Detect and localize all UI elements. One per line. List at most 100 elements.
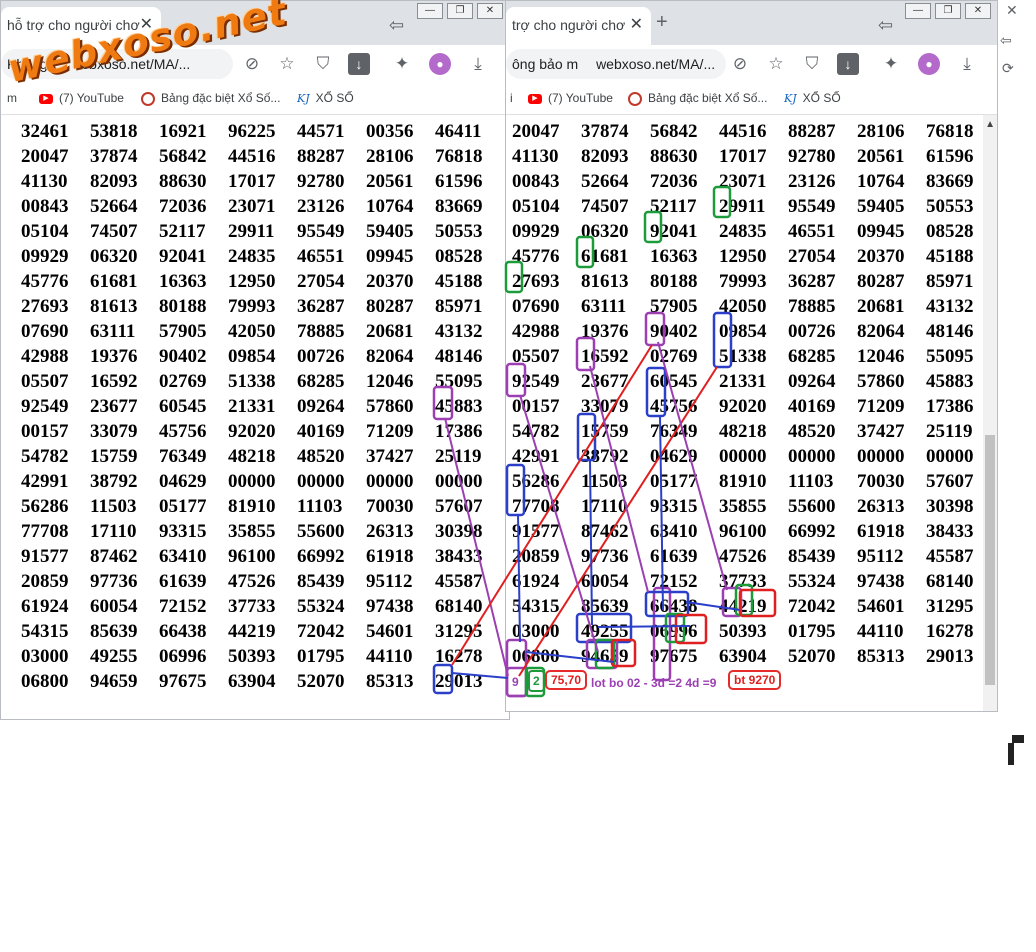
maximize-icon[interactable]: ❐ (935, 3, 961, 19)
corner-mark (1008, 735, 1024, 765)
result-number: 76349 (650, 421, 698, 442)
bookmark-bang-dac-biet[interactable]: Bảng đặc biệt Xổ Số... (141, 91, 280, 106)
youtube-icon: ▶ (39, 93, 53, 104)
page-content[interactable]: 20047 37874 56842 44516 88287 28106 76818 41130… (506, 115, 997, 711)
bookmark-xo-so[interactable]: KJ XỔ SỐ (784, 91, 841, 105)
result-number: 72042 (788, 596, 836, 617)
result-number: 08528 (435, 246, 483, 267)
result-number: 44110 (857, 621, 904, 642)
result-number: 48520 (297, 446, 345, 467)
result-number: 00157 (21, 421, 69, 442)
results-grid-left: 32461 53818 16921 96225 44571 00356 46411 20047… (21, 119, 504, 694)
tab-close-icon[interactable]: ✕ (630, 7, 643, 43)
result-number: 44219 (228, 621, 276, 642)
star-icon[interactable]: ☆ (765, 53, 787, 75)
install-icon[interactable]: ⤓ (467, 53, 489, 75)
bookmark-partial[interactable]: i (510, 91, 513, 105)
bookmark-youtube[interactable]: ▶ (7) YouTube (528, 91, 613, 105)
bookmark-partial[interactable]: m (7, 91, 17, 105)
blocked-site-icon[interactable]: ⊘ (729, 53, 751, 75)
shield-icon[interactable]: ⛉ (312, 53, 334, 75)
back-icon[interactable]: ⇦ (389, 15, 404, 36)
result-number: 02769 (159, 371, 207, 392)
result-row: 03000 49255 06996 50393 01795 44110 16278 (512, 619, 995, 644)
star-icon[interactable]: ☆ (276, 53, 298, 75)
result-number: 54601 (857, 596, 905, 617)
minimize-icon[interactable]: — (905, 3, 931, 19)
result-number: 09854 (719, 321, 767, 342)
result-number: 00356 (366, 121, 414, 142)
result-number: 61596 (435, 171, 483, 192)
url-text: webxoso.net/MA/... (596, 56, 716, 72)
result-row: 54315 85639 66438 44219 72042 54601 31295 (512, 594, 995, 619)
result-number: 61924 (512, 571, 560, 592)
bookmark-xo-so[interactable]: KJ XỔ SỐ (297, 91, 354, 105)
bookmark-youtube[interactable]: ▶ (7) YouTube (39, 91, 124, 105)
result-number: 03000 (512, 621, 560, 642)
download-icon[interactable]: ↓ (348, 53, 370, 75)
bookmark-bang-dac-biet[interactable]: Bảng đặc biệt Xổ Số... (628, 91, 767, 106)
result-number: 00157 (512, 396, 560, 417)
browser-tab[interactable]: trợ cho người chơ ✕ (506, 7, 651, 45)
result-number: 50553 (435, 221, 483, 242)
result-number: 80287 (366, 296, 414, 317)
scroll-up-icon[interactable]: ▲ (985, 119, 995, 130)
profile-icon[interactable]: ● (429, 53, 451, 75)
result-number: 56842 (650, 121, 698, 142)
bookmark-label: (7) YouTube (548, 91, 613, 105)
result-number: 12950 (719, 246, 767, 267)
minimize-icon[interactable]: — (417, 3, 443, 19)
result-number: 92041 (650, 221, 698, 242)
scrollbar[interactable] (983, 115, 997, 711)
result-number: 21331 (719, 371, 767, 392)
download-icon[interactable]: ↓ (837, 53, 859, 75)
result-row: 45776 61681 16363 12950 27054 20370 45188 (512, 244, 995, 269)
window-close-icon[interactable]: ✕ (1006, 2, 1018, 19)
result-number: 68285 (788, 346, 836, 367)
result-number: 16921 (159, 121, 207, 142)
scrollbar-thumb[interactable] (985, 435, 995, 685)
result-number: 85971 (435, 296, 483, 317)
shield-icon[interactable]: ⛉ (801, 53, 823, 75)
result-number: 49255 (581, 621, 629, 642)
result-number: 81613 (581, 271, 629, 292)
install-icon[interactable]: ⟳ (1002, 60, 1014, 77)
result-number: 45587 (435, 571, 483, 592)
result-number: 91577 (512, 521, 560, 542)
result-number: 85439 (297, 571, 345, 592)
extensions-icon[interactable]: ✦ (880, 53, 902, 75)
result-number: 09929 (21, 246, 69, 267)
maximize-icon[interactable]: ❐ (447, 3, 473, 19)
result-row: 00157 33079 45756 92020 40169 71209 17386 (21, 419, 504, 444)
extensions-icon[interactable]: ✦ (391, 53, 413, 75)
back-icon[interactable]: ⇦ (1000, 32, 1012, 49)
blocked-site-icon[interactable]: ⊘ (241, 53, 263, 75)
window-close-icon[interactable]: ✕ (477, 3, 503, 19)
result-number: 26313 (366, 521, 414, 542)
profile-icon[interactable]: ● (918, 53, 940, 75)
result-number: 00000 (366, 471, 414, 492)
result-number: 95112 (366, 571, 413, 592)
result-number: 27054 (297, 271, 345, 292)
install-icon[interactable]: ⤓ (956, 53, 978, 75)
result-number: 44516 (228, 146, 276, 167)
result-number: 33079 (90, 421, 138, 442)
new-tab-button[interactable]: + (656, 11, 668, 34)
result-number: 63904 (228, 671, 276, 692)
address-bar[interactable]: ông bảo m webxoso.net/MA/... (506, 49, 726, 79)
result-number: 26313 (857, 496, 905, 517)
result-row: 03000 49255 06996 50393 01795 44110 16278 (21, 644, 504, 669)
page-content[interactable]: 32461 53818 16921 96225 44571 00356 46411 20047… (1, 115, 509, 719)
result-number: 66438 (159, 621, 207, 642)
title-bar: trợ cho người chơ ✕ + ⇦ — ❐ ✕ (506, 1, 997, 45)
result-number: 60054 (581, 571, 629, 592)
result-number: 66992 (788, 521, 836, 542)
back-icon[interactable]: ⇦ (878, 15, 893, 36)
result-number: 40169 (297, 421, 345, 442)
result-number: 11503 (90, 496, 137, 517)
result-number: 06800 (21, 671, 69, 692)
window-close-icon[interactable]: ✕ (965, 3, 991, 19)
result-number: 61924 (21, 596, 69, 617)
result-number: 68140 (435, 596, 483, 617)
result-row: 27693 81613 80188 79993 36287 80287 85971 (21, 294, 504, 319)
